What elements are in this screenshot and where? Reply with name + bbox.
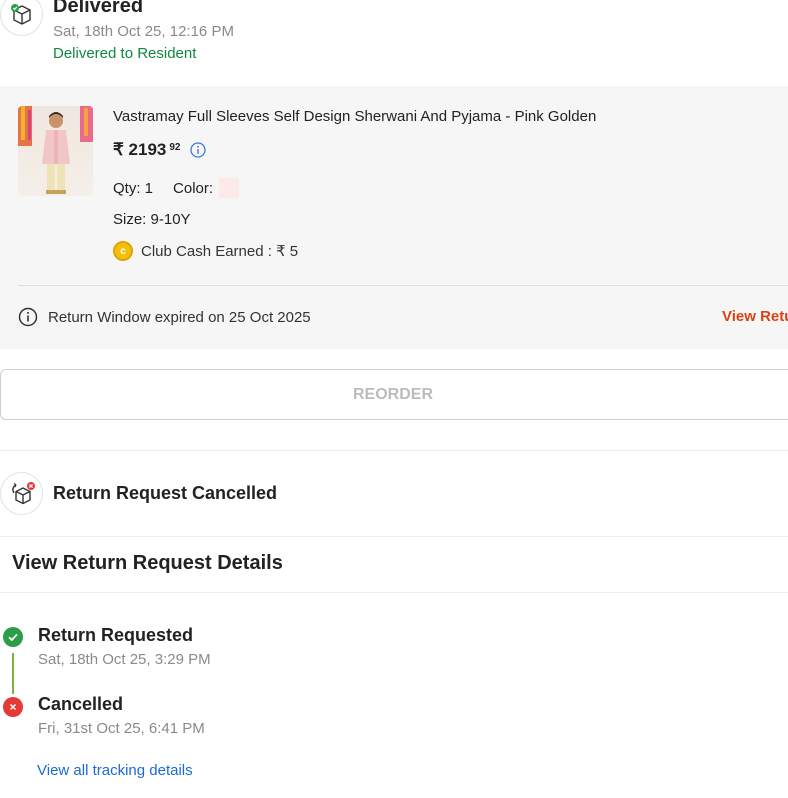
timeline-step-date: Fri, 31st Oct 25, 6:41 PM [38,720,205,737]
return-request-title: Return Request Cancelled [53,483,278,503]
timeline-step-title: Cancelled [38,694,124,714]
view-return-request-details[interactable]: View Return Request Details [12,552,283,575]
view-all-tracking-link[interactable]: View all tracking details [37,762,193,779]
return-window-text: Return Window expired on 25 Oct 2025 [48,308,311,326]
club-cash-text: Club Cash Earned : ₹ 5 [141,243,299,260]
delivery-status-title: Delivered [53,0,144,17]
quantity: Qty: 1 [113,179,154,197]
divider [0,592,788,593]
price-fraction: 92 [169,142,181,153]
product-thumbnail[interactable] [18,106,93,196]
reorder-button[interactable]: REORDER [0,369,788,420]
size: Size: 9-10Y [113,211,191,228]
product-name[interactable]: Vastramay Full Sleeves Self Design Sherw… [113,108,596,125]
price-info-icon[interactable] [190,142,207,158]
qty-color-row: Qty: 1 Color: [113,178,240,198]
color-label: Color: [173,179,214,197]
check-icon [3,627,23,647]
timeline-connector [12,653,14,694]
delivery-note: Delivered to Resident [53,45,197,62]
price: ₹ 2193 92 [113,140,207,160]
view-return-link[interactable]: View Retu [722,308,788,325]
package-return-cancel-icon [0,472,43,515]
info-icon [18,307,38,327]
price-main: ₹ 2193 [113,140,167,159]
delivery-date: Sat, 18th Oct 25, 12:16 PM [53,23,234,40]
divider [0,450,788,451]
return-window-row: Return Window expired on 25 Oct 2025 [18,307,311,327]
package-check-icon [0,0,43,36]
divider [18,285,788,286]
timeline-step-date: Sat, 18th Oct 25, 3:29 PM [38,651,211,668]
order-item-card: Vastramay Full Sleeves Self Design Sherw… [0,86,788,349]
coin-icon: c [113,241,133,261]
divider [0,536,788,537]
color-swatch [219,178,240,198]
cancel-icon [3,697,23,717]
timeline-step-title: Return Requested [38,625,194,645]
club-cash-row: c Club Cash Earned : ₹ 5 [113,241,298,261]
